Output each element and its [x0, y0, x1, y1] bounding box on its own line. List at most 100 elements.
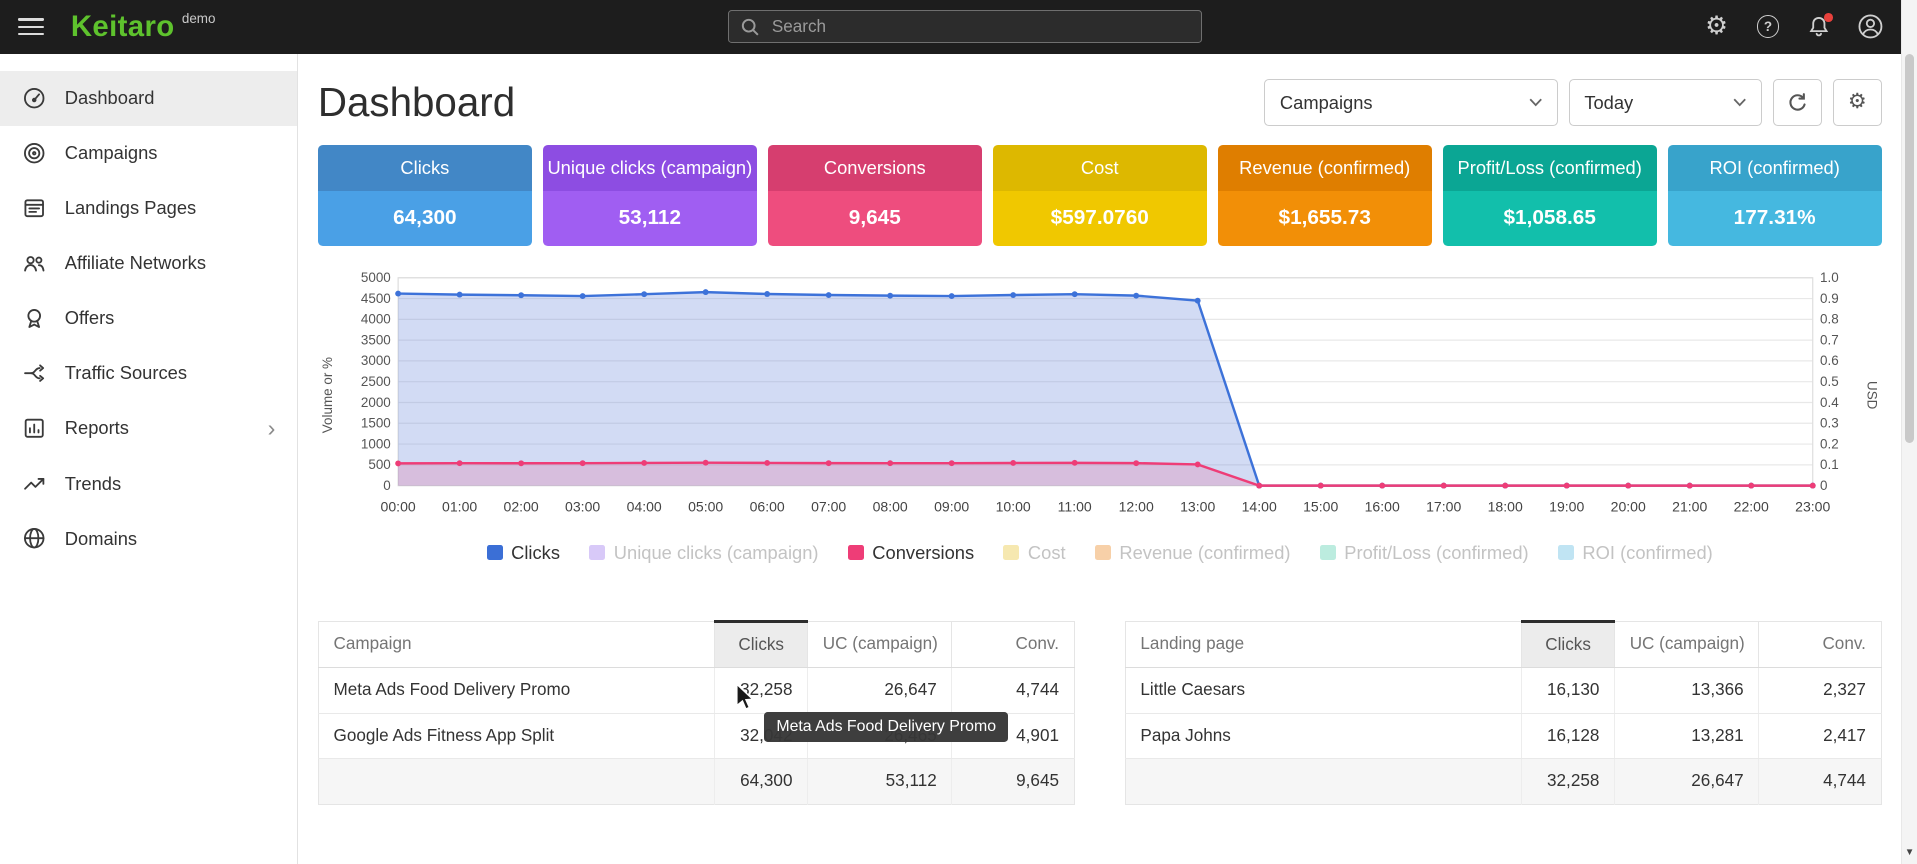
table-header-row: CampaignClicksUC (campaign)Conv. — [318, 621, 1074, 667]
chevron-right-icon: › — [268, 417, 276, 440]
metric-card-value: $597.0760 — [993, 191, 1207, 246]
row-name[interactable]: Papa Johns — [1125, 713, 1521, 758]
people-icon — [22, 251, 46, 275]
sidebar-item-dashboard[interactable]: Dashboard — [0, 71, 297, 126]
topbar: Keitaro demo ⚙ ? — [0, 0, 1901, 54]
chevron-down-icon — [1733, 98, 1746, 107]
svg-text:2500: 2500 — [361, 374, 391, 389]
metric-card-revenue-confirmed[interactable]: Revenue (confirmed)$1,655.73 — [1218, 145, 1432, 245]
table-totals-row: 64,30053,1129,645 — [318, 759, 1074, 804]
row-value: 2,417 — [1759, 713, 1881, 758]
row-name[interactable]: Meta Ads Food Delivery Promo — [318, 668, 714, 713]
date-range-select[interactable]: Today — [1569, 79, 1762, 125]
svg-text:01:00: 01:00 — [442, 498, 477, 514]
metric-card-unique-clicks-campaign[interactable]: Unique clicks (campaign)53,112 — [543, 145, 757, 245]
scroll-down-icon[interactable]: ▼ — [1902, 847, 1917, 858]
svg-text:5000: 5000 — [361, 270, 391, 285]
table-row: Papa Johns16,12813,2812,417 — [1125, 713, 1881, 758]
column-header-campaign[interactable]: Campaign — [318, 621, 714, 667]
totals-empty-cell — [318, 759, 714, 804]
globe-icon — [22, 526, 46, 550]
row-name[interactable]: Google Ads Fitness App Split — [318, 713, 714, 758]
metric-card-label: ROI (confirmed) — [1668, 145, 1882, 190]
sidebar-item-landings-pages[interactable]: Landings Pages — [0, 181, 297, 236]
account-icon[interactable] — [1857, 13, 1884, 40]
search-input[interactable] — [769, 16, 1189, 38]
column-header-clicks[interactable]: Clicks — [715, 621, 808, 667]
sidebar: DashboardCampaignsLandings Pages Affiliat… — [0, 54, 298, 864]
legend-item-clicks[interactable]: Clicks — [487, 542, 560, 564]
column-header-conv[interactable]: Conv. — [1759, 621, 1881, 667]
column-header-clicks[interactable]: Clicks — [1522, 621, 1615, 667]
svg-text:0.8: 0.8 — [1820, 311, 1839, 326]
dashboard-settings-button[interactable]: ⚙ — [1833, 79, 1882, 125]
landing-icon — [22, 196, 46, 220]
topbar-icons: ⚙ ? — [1703, 13, 1884, 40]
row-name[interactable]: Little Caesars — [1125, 668, 1521, 713]
report-icon — [22, 416, 46, 440]
help-icon[interactable]: ? — [1754, 13, 1781, 40]
table-totals-row: 32,25826,6474,744 — [1125, 759, 1881, 804]
legend-item-profit-loss-confirmed[interactable]: Profit/Loss (confirmed) — [1320, 542, 1529, 564]
sidebar-item-trends[interactable]: Trends — [0, 456, 297, 511]
data-table: Landing pageClicksUC (campaign)Conv. Litt… — [1125, 620, 1882, 805]
row-value: 32,258 — [715, 668, 808, 713]
metric-card-label: Profit/Loss (confirmed) — [1443, 145, 1657, 190]
sidebar-item-traffic-sources[interactable]: Traffic Sources — [0, 346, 297, 401]
sidebar-item-reports[interactable]: Reports› — [0, 401, 297, 456]
legend-label: Cost — [1028, 542, 1066, 564]
menu-icon[interactable] — [18, 18, 44, 35]
svg-text:19:00: 19:00 — [1550, 498, 1585, 514]
metric-card-profit-loss-confirmed[interactable]: Profit/Loss (confirmed)$1,058.65 — [1443, 145, 1657, 245]
notifications-icon[interactable] — [1806, 13, 1833, 40]
column-header-landing-page[interactable]: Landing page — [1125, 621, 1521, 667]
table-row: Meta Ads Food Delivery Promo32,25826,647… — [318, 668, 1074, 713]
svg-text:0.7: 0.7 — [1820, 332, 1839, 347]
svg-text:0.6: 0.6 — [1820, 353, 1839, 368]
legend-item-conversions[interactable]: Conversions — [848, 542, 974, 564]
metric-card-roi-confirmed[interactable]: ROI (confirmed)177.31% — [1668, 145, 1882, 245]
settings-icon[interactable]: ⚙ — [1703, 13, 1730, 40]
sidebar-item-offers[interactable]: Offers — [0, 291, 297, 346]
sidebar-item-affiliate-networks[interactable]: Affiliate Networks — [0, 236, 297, 291]
svg-text:06:00: 06:00 — [750, 498, 785, 514]
legend-item-roi-confirmed[interactable]: ROI (confirmed) — [1558, 542, 1713, 564]
row-value: 4,744 — [952, 668, 1074, 713]
row-value: 26,647 — [808, 668, 952, 713]
metric-card-clicks[interactable]: Clicks64,300 — [318, 145, 532, 245]
svg-text:11:00: 11:00 — [1058, 498, 1092, 514]
legend-item-revenue-confirmed[interactable]: Revenue (confirmed) — [1095, 542, 1291, 564]
svg-text:13:00: 13:00 — [1181, 498, 1216, 514]
column-header-uc-campaign[interactable]: UC (campaign) — [808, 621, 952, 667]
metric-card-cost[interactable]: Cost$597.0760 — [993, 145, 1207, 245]
metric-card-label: Clicks — [318, 145, 532, 190]
svg-text:4500: 4500 — [361, 291, 391, 306]
sidebar-item-label: Affiliate Networks — [65, 252, 206, 274]
totals-value: 64,300 — [715, 759, 808, 804]
metric-card-conversions[interactable]: Conversions9,645 — [768, 145, 982, 245]
sidebar-item-label: Offers — [65, 307, 115, 329]
svg-text:0.5: 0.5 — [1820, 374, 1839, 389]
legend-item-cost[interactable]: Cost — [1003, 542, 1065, 564]
refresh-button[interactable] — [1773, 79, 1822, 125]
sidebar-item-campaigns[interactable]: Campaigns — [0, 126, 297, 181]
totals-value: 9,645 — [952, 759, 1074, 804]
scrollbar[interactable]: ▼ — [1901, 0, 1917, 864]
search-bar[interactable] — [728, 10, 1202, 43]
scrollbar-thumb[interactable] — [1905, 54, 1915, 443]
column-header-uc-campaign[interactable]: UC (campaign) — [1615, 621, 1759, 667]
refresh-icon — [1786, 91, 1809, 114]
svg-text:1000: 1000 — [361, 436, 391, 451]
grouping-select[interactable]: Campaigns — [1264, 79, 1557, 125]
metric-card-label: Unique clicks (campaign) — [543, 145, 757, 190]
sidebar-item-domains[interactable]: Domains — [0, 511, 297, 566]
svg-text:21:00: 21:00 — [1673, 498, 1708, 514]
legend-item-unique-clicks-campaign[interactable]: Unique clicks (campaign) — [589, 542, 818, 564]
metric-card-value: 64,300 — [318, 191, 532, 246]
column-header-conv[interactable]: Conv. — [952, 621, 1074, 667]
search-icon — [741, 18, 759, 36]
app-logo[interactable]: Keitaro — [71, 10, 175, 44]
traffic-icon — [22, 361, 46, 385]
trend-icon — [22, 471, 46, 495]
tooltip: Meta Ads Food Delivery Promo — [764, 712, 1008, 742]
